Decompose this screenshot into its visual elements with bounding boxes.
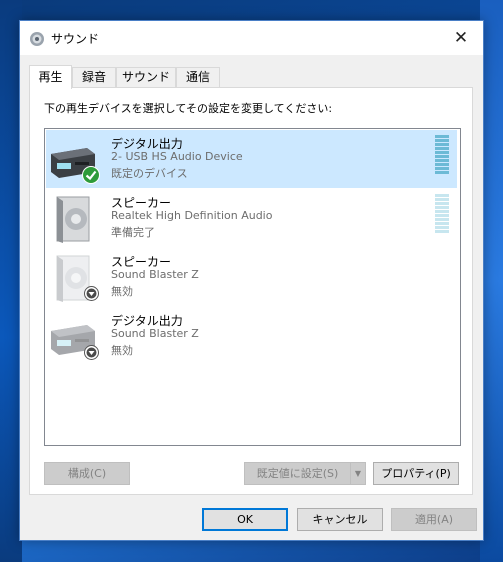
sound-app-icon	[30, 32, 44, 46]
tab-playback[interactable]: 再生	[29, 65, 72, 89]
device-detail: Sound Blaster Z	[111, 268, 199, 281]
tab-sounds[interactable]: サウンド	[116, 67, 176, 87]
device-status: 無効	[111, 344, 133, 357]
configure-button[interactable]: 構成(C)	[44, 462, 130, 485]
device-detail: Sound Blaster Z	[111, 327, 199, 340]
device-detail: 2- USB HS Audio Device	[111, 150, 243, 163]
device-item-digital-output-usb[interactable]: デジタル出力 2- USB HS Audio Device 既定のデバイス	[46, 130, 457, 188]
cancel-button[interactable]: キャンセル	[297, 508, 383, 531]
device-detail: Realtek High Definition Audio	[111, 209, 273, 222]
disabled-arrow-icon	[84, 345, 99, 360]
volume-meter	[435, 194, 449, 236]
playback-panel: 下の再生デバイスを選択してその設定を変更してください: デジタル出力 2- US…	[29, 87, 473, 495]
close-button[interactable]: ✕	[439, 21, 483, 55]
disabled-arrow-icon	[84, 286, 99, 301]
instruction-text: 下の再生デバイスを選択してその設定を変更してください:	[44, 102, 333, 115]
tab-communications[interactable]: 通信	[176, 67, 220, 87]
device-status: 準備完了	[111, 226, 155, 239]
apply-button[interactable]: 適用(A)	[391, 508, 477, 531]
window-title: サウンド	[51, 32, 100, 46]
properties-button[interactable]: プロパティ(P)	[373, 462, 459, 485]
device-status: 既定のデバイス	[111, 167, 188, 180]
playback-device-list[interactable]: デジタル出力 2- USB HS Audio Device 既定のデバイス スピ…	[44, 128, 461, 446]
default-check-icon	[82, 166, 100, 184]
title-bar[interactable]: サウンド ✕	[20, 21, 483, 55]
sound-dialog: サウンド ✕ 再生 録音 サウンド 通信 下の再生デバイスを選択してその設定を変…	[19, 20, 484, 541]
set-default-button[interactable]: 既定値に設定(S)	[244, 462, 351, 485]
ok-button[interactable]: OK	[202, 508, 288, 531]
device-item-digital-output-soundblaster[interactable]: デジタル出力 Sound Blaster Z 無効	[46, 307, 457, 365]
device-status: 無効	[111, 285, 133, 298]
volume-meter	[435, 135, 449, 177]
speaker-icon	[56, 196, 90, 243]
device-item-speaker-soundblaster[interactable]: スピーカー Sound Blaster Z 無効	[46, 248, 457, 306]
set-default-dropdown-arrow[interactable]: ▼	[350, 462, 366, 485]
device-item-speaker-realtek[interactable]: スピーカー Realtek High Definition Audio 準備完了	[46, 189, 457, 247]
tab-recording[interactable]: 録音	[72, 67, 116, 87]
